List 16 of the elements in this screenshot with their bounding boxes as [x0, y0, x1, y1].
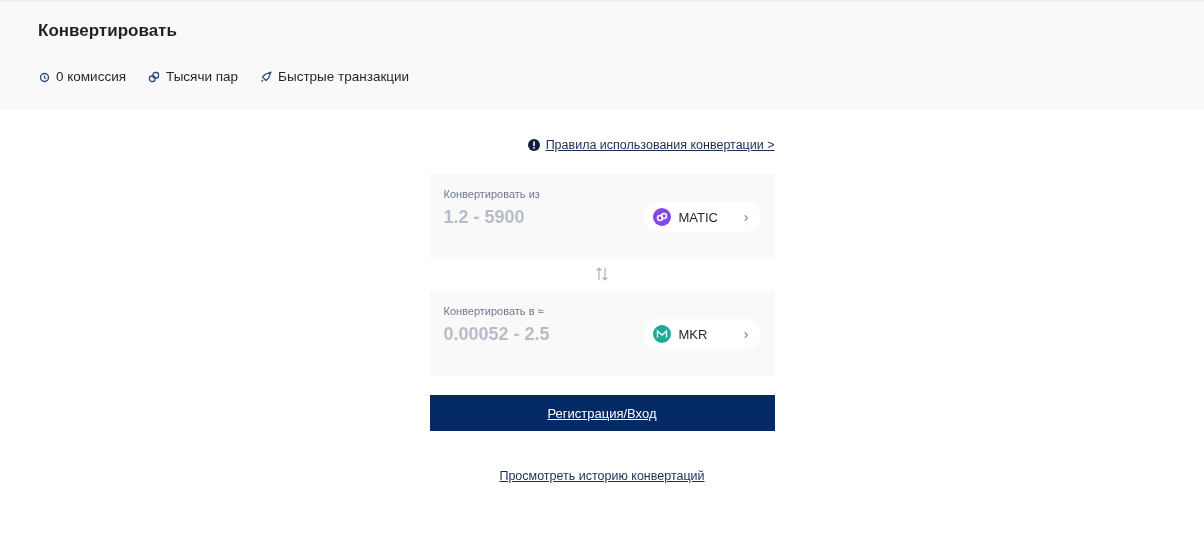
field-label: Конвертировать в ≈ [443, 305, 545, 317]
clock-icon [38, 70, 50, 83]
feature-label: 0 комиссия [56, 69, 126, 84]
register-login-button[interactable]: Регистрация/Вход [429, 395, 775, 431]
coin-selector[interactable]: MATIC › [642, 202, 761, 232]
field-label: Конвертировать из [443, 188, 541, 200]
info-icon [527, 139, 540, 151]
feature-label: Быстрые транзакции [278, 69, 410, 84]
page-title: Конвертировать [38, 21, 178, 41]
coin-selector[interactable]: MKR › [642, 319, 761, 349]
swap-icon[interactable] [595, 266, 609, 282]
rules-link[interactable]: Правила использования конвертации > [545, 138, 775, 152]
link-icon [148, 70, 160, 83]
history-link[interactable]: Просмотреть историю конвертаций [499, 469, 705, 483]
feature-label: Тысячи пар [166, 69, 239, 84]
rocket-icon [260, 70, 273, 83]
